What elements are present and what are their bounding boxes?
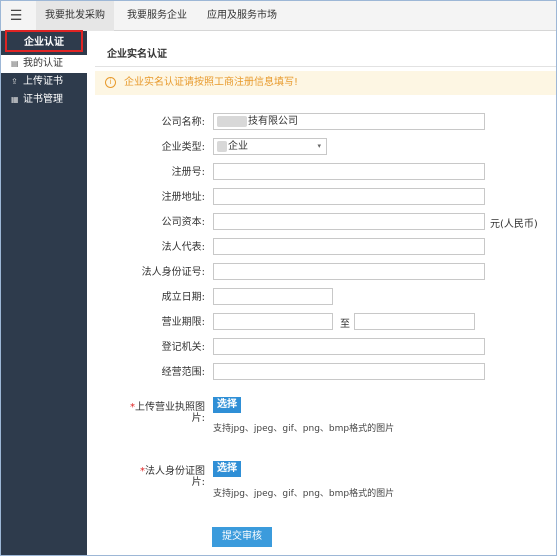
tab-app-market[interactable]: 应用及服务市场 [200, 1, 284, 31]
manage-icon: ▦ [11, 95, 19, 104]
redacted-text [217, 140, 227, 152]
submit-button[interactable]: 提交审核 [212, 527, 272, 547]
redacted-text [217, 115, 247, 127]
upload-icon: ⇪ [11, 77, 18, 86]
legal-rep-label: 法人代表: [161, 242, 205, 253]
legal-id-field[interactable] [213, 263, 485, 280]
top-nav: ☰ 我要批发采购 我要服务企业 应用及服务市场 [1, 1, 556, 31]
notice-text: 企业实名认证请按照工商注册信息填写! [124, 77, 299, 88]
tab-service-enterprise[interactable]: 我要服务企业 [118, 1, 196, 31]
company-type-select[interactable]: 企业 ▾ [213, 138, 327, 155]
business-scope-field[interactable] [213, 363, 485, 380]
business-term-label: 营业期限: [161, 317, 205, 328]
sidebar-item-label: 证书管理 [23, 94, 63, 105]
company-name-label: 公司名称: [161, 117, 205, 128]
capital-label: 公司资本: [161, 217, 205, 228]
sidebar-item-upload-certificate[interactable]: ⇪ 上传证书 [1, 73, 87, 91]
notice-banner: i 企业实名认证请按照工商注册信息填写! [95, 71, 556, 95]
business-term-start-field[interactable] [213, 313, 333, 330]
company-type-label: 企业类型: [161, 142, 205, 153]
reg-address-label: 注册地址: [161, 192, 205, 203]
chevron-down-icon: ▾ [317, 142, 321, 150]
reg-no-label: 注册号: [171, 167, 205, 178]
sidebar-item-label: 上传证书 [23, 76, 63, 87]
sidebar-item-label: 我的认证 [23, 58, 63, 69]
license-format-hint: 支持jpg、jpeg、gif、png、bmp格式的图片 [213, 424, 395, 434]
capital-field[interactable] [213, 213, 485, 230]
legal-id-upload-label-cont: 片: [191, 477, 205, 488]
capital-unit: 元(人民币) [490, 219, 538, 230]
reg-address-field[interactable] [213, 188, 485, 205]
company-name-field[interactable]: 技有限公司 [213, 113, 485, 130]
reg-no-field[interactable] [213, 163, 485, 180]
legal-id-format-hint: 支持jpg、jpeg、gif、png、bmp格式的图片 [213, 489, 395, 499]
founded-date-label: 成立日期: [161, 292, 205, 303]
choose-legal-id-button[interactable]: 选择 [213, 461, 241, 477]
business-term-end-field[interactable] [354, 313, 475, 330]
sidebar: 企业认证 ▤ 我的认证 ⇪ 上传证书 ▦ 证书管理 [1, 31, 87, 555]
menu-icon[interactable]: ☰ [1, 1, 31, 31]
term-to-label: 至 [340, 319, 350, 330]
founded-date-field[interactable] [213, 288, 333, 305]
certificate-icon: ▤ [11, 59, 19, 68]
main-content: 企业实名认证 i 企业实名认证请按照工商注册信息填写! 公司名称: 技有限公司 企… [95, 31, 556, 555]
highlight-box [5, 30, 83, 52]
business-scope-label: 经营范围: [161, 367, 205, 378]
sidebar-item-my-certification[interactable]: ▤ 我的认证 [1, 55, 87, 73]
legal-id-label: 法人身份证号: [141, 267, 205, 278]
page-title: 企业实名认证 [107, 49, 167, 60]
divider [95, 66, 556, 67]
tab-wholesale[interactable]: 我要批发采购 [36, 1, 114, 31]
authority-label: 登记机关: [161, 342, 205, 353]
license-upload-label-cont: 片: [191, 413, 205, 424]
choose-license-button[interactable]: 选择 [213, 397, 241, 413]
authority-field[interactable] [213, 338, 485, 355]
info-icon: i [105, 76, 116, 88]
legal-rep-field[interactable] [213, 238, 485, 255]
app-window: ☰ 我要批发采购 我要服务企业 应用及服务市场 企业认证 ▤ 我的认证 ⇪ 上传证书… [0, 0, 557, 556]
sidebar-item-certificate-management[interactable]: ▦ 证书管理 [1, 91, 87, 109]
